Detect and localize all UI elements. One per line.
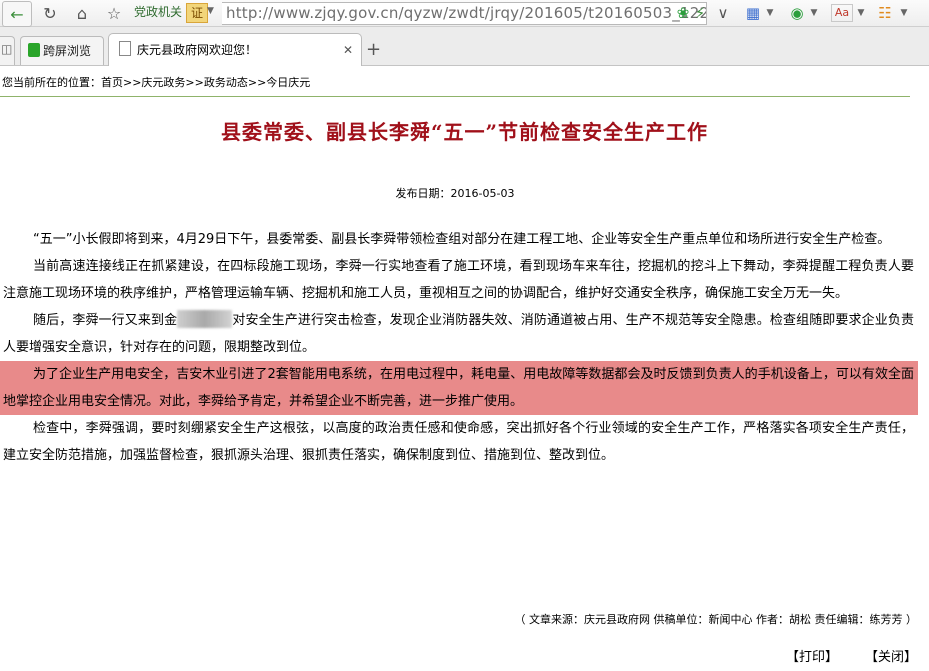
back-arrow-icon[interactable]: ← [2, 1, 32, 27]
article-paragraph: 随后，李舜一行又来到金 对安全生产进行突击检查，发现企业消防器失效、消防通道被占用… [0, 307, 918, 361]
page-icon: ◫ [1, 42, 13, 56]
address-bar[interactable]: http://www.zjqy.gov.cn/qyzw/zwdt/jrqy/20… [222, 2, 707, 25]
refresh-icon[interactable]: ↻ [38, 1, 62, 25]
tab-active-page[interactable]: 庆元县政府网欢迎您！ ✕ [108, 33, 362, 66]
home-icon[interactable]: ⌂ [70, 1, 94, 25]
publish-date: 发布日期：2016-05-03 [395, 187, 515, 200]
article-paragraph: 检查中，李舜强调，要时刻绷紧安全生产这根弦，以高度的政治责任感和使命感，突出抓好… [3, 421, 914, 463]
breadcrumb-prefix: 您当前所在的位置： [2, 76, 101, 89]
paragraph-lead: 随后，李舜一行又来到 [33, 313, 165, 328]
article-body: “五一”小长假即将到来，4月29日下午，县委常委、副县长李舜带领检查组对部分在建… [0, 226, 918, 469]
lightning-icon[interactable]: ⚡ [690, 3, 710, 23]
tab-scroll-left[interactable]: ◫ [0, 36, 15, 65]
new-tab-plus-icon[interactable]: + [366, 39, 381, 60]
chevron-down-icon[interactable]: ▼ [894, 3, 914, 23]
certificate-badge[interactable]: 证 [186, 3, 208, 23]
extension-icon[interactable]: ☷ [875, 3, 895, 23]
chevron-down-icon[interactable]: ▼ [760, 3, 780, 23]
article-source: （ 文章来源：庆元县政府网 供稿单位：新闻中心 作者：胡松 责任编辑：练芳芳 ） [514, 613, 917, 626]
breadcrumb: 您当前所在的位置：首页>>庆元政务>>政务动态>>今日庆元 [0, 70, 910, 97]
site-type-tag[interactable]: 党政机关 [132, 4, 184, 21]
chevron-down-icon[interactable]: ▼ [851, 3, 871, 23]
close-button[interactable]: 【关闭】 [865, 646, 917, 665]
redacted-company-name [177, 310, 233, 328]
article-paragraph: 当前高速连接线正在抓紧建设，在四标段施工现场，李舜一行实地查看了施工环境，看到现… [3, 259, 914, 301]
font-size-icon[interactable]: Aa [831, 4, 853, 22]
chevron-down-icon[interactable]: ▼ [207, 6, 214, 16]
tab-bar: ◫ 跨屏浏览 庆元县政府网欢迎您！ ✕ + [0, 27, 929, 66]
chevron-down-icon[interactable]: ▼ [804, 3, 824, 23]
tab-cross-screen[interactable]: 跨屏浏览 [20, 36, 104, 65]
breadcrumb-path[interactable]: 首页>>庆元政务>>政务动态>>今日庆元 [101, 76, 310, 89]
page-icon [119, 41, 131, 56]
browser-toolbar: ← ↻ ⌂ ☆ 党政机关 证 ▼ http://www.zjqy.gov.cn/… [0, 0, 929, 27]
favorite-star-icon[interactable]: ☆ [102, 1, 126, 25]
paragraph-visible-char: 金 [164, 313, 178, 328]
highlighted-paragraph: 为了企业生产用电安全，吉安木业引进了2套智能用电系统，在用电过程中，耗电量、用电… [0, 361, 918, 415]
phone-icon [28, 43, 40, 57]
print-button[interactable]: 【打印】 [786, 646, 838, 665]
close-icon[interactable]: ✕ [343, 34, 353, 66]
tab-label: 庆元县政府网欢迎您！ [137, 43, 258, 57]
article-paragraph: “五一”小长假即将到来，4月29日下午，县委常委、副县长李舜带领检查组对部分在建… [33, 232, 891, 247]
page-title: 县委常委、副县长李舜“五一”节前检查安全生产工作 [220, 120, 708, 144]
chevron-down-icon[interactable]: ∨ [713, 3, 733, 23]
tab-label: 跨屏浏览 [43, 44, 92, 58]
